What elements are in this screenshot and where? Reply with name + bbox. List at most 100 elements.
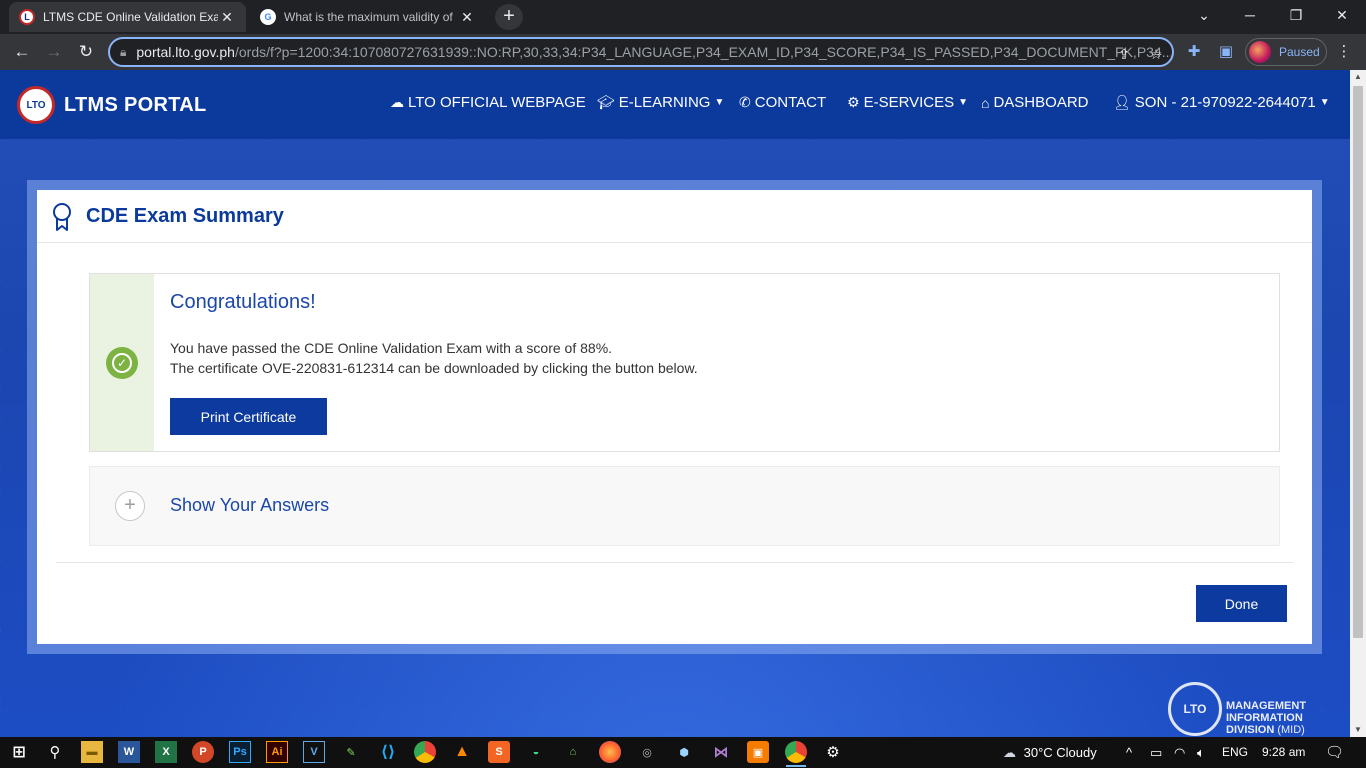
address-bar[interactable]: 🔒︎ portal.lto.gov.ph /ords/f?p=1200:34:1… [108, 37, 1174, 67]
android-studio-icon[interactable]: ◒ [525, 741, 547, 763]
vlc-icon[interactable]: ▲ [451, 741, 473, 763]
caret-down-icon: ▼ [958, 97, 969, 108]
battery-icon[interactable]: ▭ [1150, 737, 1162, 768]
windows-start-icon[interactable]: ⊞ [8, 741, 30, 763]
nav-e-learning[interactable]: 🎓︎ E-LEARNING ▼ [597, 94, 724, 111]
user-icon: 👤︎ [1113, 94, 1131, 110]
photoshop-icon[interactable]: Ps [229, 741, 251, 763]
phone-icon: ✆ [739, 94, 751, 110]
print-certificate-button[interactable]: Print Certificate [170, 398, 327, 435]
cube-app-icon[interactable]: ⬢ [673, 741, 695, 763]
card-divider [56, 562, 1293, 563]
weather-widget[interactable]: ☁︎ 30°C Cloudy [1003, 737, 1097, 768]
nav-label: E-LEARNING [618, 94, 711, 111]
show-answers-label[interactable]: Show Your Answers [170, 495, 329, 516]
url-host: portal.lto.gov.ph [136, 44, 235, 60]
page-scrollbar[interactable]: ▲ ▼ [1350, 70, 1366, 737]
nav-contact[interactable]: ✆ CONTACT [739, 94, 826, 111]
excel-icon[interactable]: X [155, 741, 177, 763]
nav-label: CONTACT [754, 94, 827, 111]
mid-text: MANAGEMENT INFORMATION DIVISION (MID) [1226, 700, 1336, 736]
reload-icon[interactable]: ↻ [74, 40, 98, 64]
search-icon[interactable]: ⚲ [44, 741, 66, 763]
restore-button[interactable]: ❐ [1273, 0, 1319, 32]
mid-line2: INFORMATION [1226, 712, 1303, 724]
volume-icon[interactable]: 🔈︎ [1197, 737, 1205, 768]
certificate-message: The certificate OVE-220831-612314 can be… [170, 360, 698, 376]
tab-google[interactable]: G What is the maximum validity of ✕ [250, 2, 486, 32]
browser-toolbar: ← → ↻ 🔒︎ portal.lto.gov.ph /ords/f?p=120… [0, 34, 1366, 70]
success-alert: ✓ Congratulations! You have passed the C… [89, 273, 1280, 452]
mid-line3: DIVISION [1226, 724, 1275, 736]
word-icon[interactable]: W [118, 741, 140, 763]
photos-icon[interactable]: ✎ [340, 741, 362, 763]
nav-dashboard[interactable]: ⌂ DASHBOARD [981, 94, 1089, 111]
lock-icon: 🔒︎ [120, 44, 127, 59]
bookmark-star-icon[interactable]: ☆ [1146, 44, 1166, 64]
done-button[interactable]: Done [1196, 585, 1287, 622]
extensions-puzzle-icon[interactable]: ✚ [1183, 41, 1205, 63]
cloud-weather-icon: ☁︎ [1003, 745, 1016, 760]
tab-title: LTMS CDE Online Validation Exam [43, 10, 218, 24]
page-viewport: LTO LTMS PORTAL ☁︎ LTO OFFICIAL WEBPAGE … [0, 70, 1350, 737]
mid-emblem: LTO [1168, 682, 1222, 736]
show-hidden-icons-chevron-icon[interactable]: ^ [1126, 737, 1132, 768]
nav-e-services[interactable]: ⚙ E-SERVICES ▼ [847, 94, 968, 111]
forward-icon[interactable]: → [42, 40, 66, 64]
profile-button[interactable]: Paused [1245, 38, 1327, 66]
home-icon: ⌂ [981, 94, 990, 111]
clock[interactable]: 9:28 am [1262, 737, 1305, 768]
avatar [1249, 41, 1271, 63]
close-tab-icon[interactable]: ✕ [458, 9, 476, 26]
scroll-up-icon[interactable]: ▲ [1350, 70, 1366, 84]
unity-icon[interactable]: ◎ [636, 741, 658, 763]
lto-favicon-icon: L [19, 9, 35, 25]
tab-ltms[interactable]: L LTMS CDE Online Validation Exam ✕ [9, 2, 246, 32]
top-navbar: LTO LTMS PORTAL ☁︎ LTO OFFICIAL WEBPAGE … [0, 70, 1350, 139]
back-icon[interactable]: ← [10, 40, 34, 64]
filezilla-icon[interactable]: ▣ [747, 741, 769, 763]
settings-gear-icon[interactable]: ⚙ [822, 741, 844, 763]
tab-search-icon[interactable]: ⌄ [1181, 0, 1227, 32]
notifications-icon[interactable]: 🗨︎ [1325, 737, 1344, 768]
minimize-button[interactable]: ─ [1227, 0, 1273, 32]
wifi-icon[interactable]: ◠ [1174, 737, 1185, 768]
expand-plus-icon[interactable]: + [115, 491, 145, 521]
show-answers-accordion[interactable]: + Show Your Answers [89, 466, 1280, 546]
caret-down-icon: ▼ [714, 97, 725, 108]
share-icon[interactable]: ⇪ [1114, 44, 1134, 64]
side-panel-icon[interactable]: ▣ [1215, 41, 1237, 63]
scrollbar-thumb[interactable] [1353, 86, 1363, 638]
vscode-icon[interactable]: ⟨⟩ [377, 741, 399, 763]
exam-summary-card: CDE Exam Summary ✓ Congratulations! You … [37, 190, 1312, 644]
brand-title[interactable]: LTMS PORTAL [64, 94, 207, 117]
firefox-icon[interactable] [599, 741, 621, 763]
caret-down-icon: ▼ [1319, 97, 1330, 108]
close-tab-icon[interactable]: ✕ [218, 9, 236, 26]
sublime-icon[interactable]: S [488, 741, 510, 763]
new-tab-button[interactable]: + [495, 4, 523, 30]
virtualbox-icon[interactable]: V [303, 741, 325, 763]
chrome-active-icon[interactable] [785, 741, 807, 767]
profile-status: Paused [1279, 45, 1320, 59]
scroll-down-icon[interactable]: ▼ [1350, 723, 1366, 737]
close-window-button[interactable]: ✕ [1319, 0, 1365, 32]
score-message: You have passed the CDE Online Validatio… [170, 340, 613, 356]
visual-studio-icon[interactable]: ⋈ [710, 741, 732, 763]
illustrator-icon[interactable]: Ai [266, 741, 288, 763]
file-explorer-icon[interactable]: ▬ [81, 741, 103, 763]
chrome-icon[interactable] [414, 741, 436, 763]
xampp-icon[interactable]: ⌂ [562, 741, 584, 763]
language-indicator[interactable]: ENG [1222, 737, 1248, 768]
gear-icon: ⚙ [847, 94, 860, 110]
nav-label: LTO OFFICIAL WEBPAGE [408, 94, 586, 111]
nav-lto-webpage[interactable]: ☁︎ LTO OFFICIAL WEBPAGE [390, 94, 586, 111]
tab-title: What is the maximum validity of [284, 10, 453, 24]
powerpoint-icon[interactable]: P [192, 741, 214, 763]
lto-logo[interactable]: LTO [17, 86, 55, 124]
weather-text: 30°C Cloudy [1023, 745, 1097, 760]
menu-kebab-icon[interactable]: ⋮ [1333, 41, 1355, 63]
cloud-icon: ☁︎ [390, 94, 404, 110]
nav-user-menu[interactable]: 👤︎ SON - 21-970922-2644071 ▼ [1113, 94, 1330, 111]
alert-icon-panel: ✓ [90, 274, 154, 451]
